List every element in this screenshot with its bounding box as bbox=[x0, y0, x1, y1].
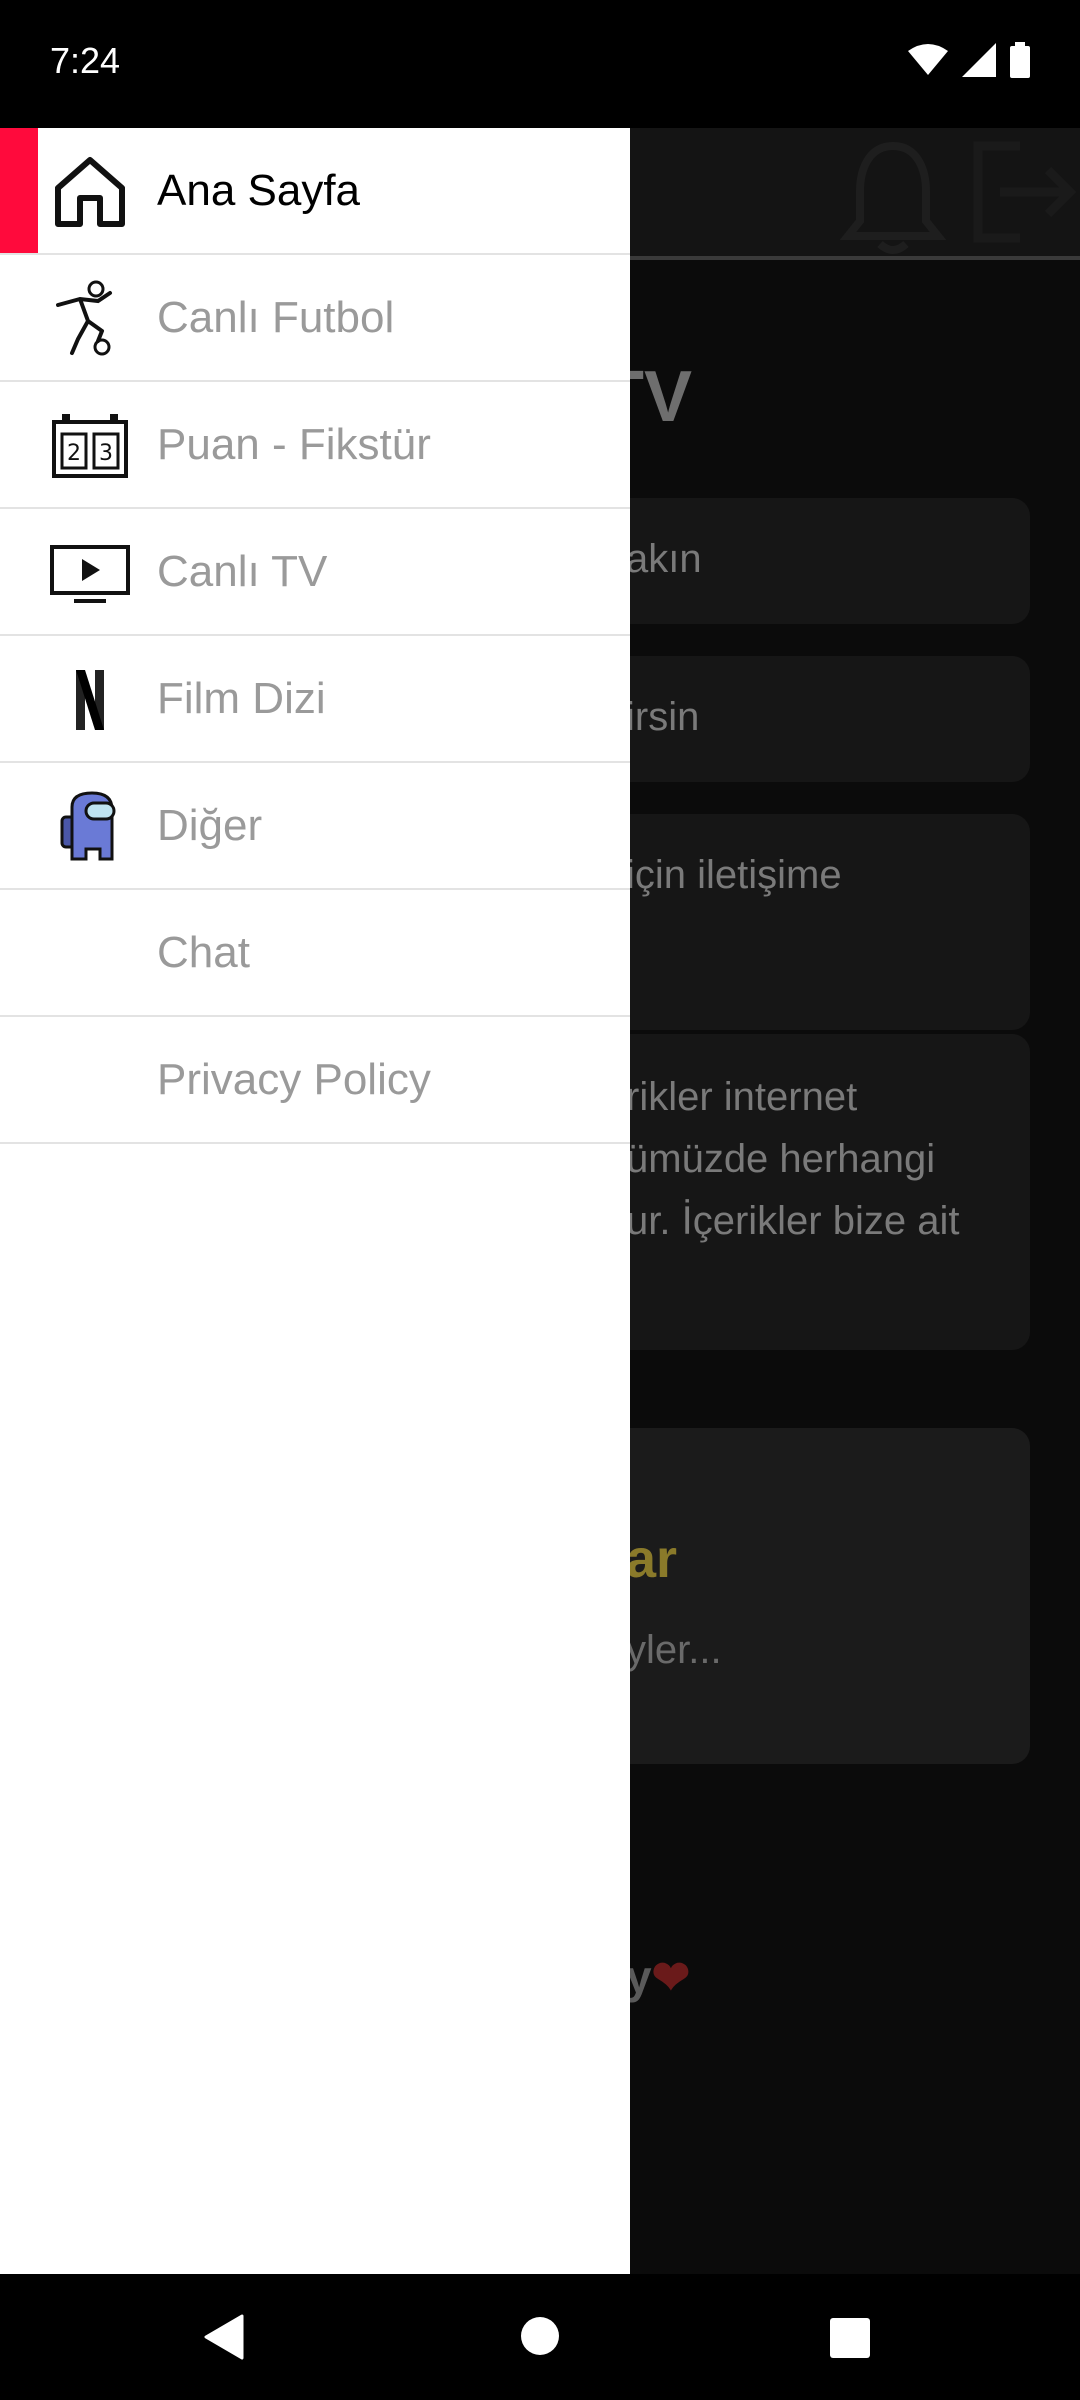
wifi-icon bbox=[908, 44, 948, 75]
cell-signal-icon bbox=[962, 43, 996, 77]
recent-apps-icon[interactable] bbox=[830, 2318, 870, 2358]
drawer-item-label: Canlı Futbol bbox=[157, 293, 395, 342]
info-card-text: için iletişime bbox=[626, 853, 842, 897]
svg-text:3: 3 bbox=[99, 441, 113, 466]
among-us-icon bbox=[50, 787, 130, 867]
info-card-line: rikler internet bbox=[626, 1075, 858, 1119]
info-card-1: akın bbox=[560, 498, 1030, 624]
battery-icon bbox=[1010, 42, 1030, 78]
home-icon bbox=[50, 152, 130, 232]
netflix-icon bbox=[50, 660, 130, 740]
drawer-item-label: Chat bbox=[157, 928, 250, 977]
drawer-item-puan-fikstur[interactable]: 2 3 Puan - Fikstür bbox=[0, 382, 630, 509]
drawer-item-label: Canlı TV bbox=[157, 547, 328, 596]
featured-title: ar bbox=[626, 1529, 678, 1589]
drawer-item-privacy-policy[interactable]: Privacy Policy bbox=[0, 1017, 630, 1144]
drawer-item-label: Film Dizi bbox=[157, 674, 326, 723]
drawer-item-label: Ana Sayfa bbox=[157, 166, 361, 215]
system-nav-bar bbox=[0, 2274, 1080, 2400]
featured-subtitle: yler... bbox=[626, 1628, 722, 1672]
drawer-item-ana-sayfa[interactable]: Ana Sayfa bbox=[0, 128, 630, 255]
info-card-line: ümüzde herhangi bbox=[626, 1137, 936, 1181]
svg-text:2: 2 bbox=[67, 441, 81, 466]
info-card-2: irsin bbox=[560, 656, 1030, 782]
drawer-item-canli-futbol[interactable]: Canlı Futbol bbox=[0, 255, 630, 382]
info-card-3: için iletişime bbox=[560, 814, 1030, 1030]
bell-icon bbox=[839, 141, 947, 254]
drawer-item-label: Puan - Fikstür bbox=[157, 420, 431, 469]
tv-icon bbox=[50, 533, 130, 613]
status-time: 7:24 bbox=[50, 40, 121, 81]
football-player-icon bbox=[50, 279, 130, 359]
home-nav-icon[interactable] bbox=[520, 2316, 560, 2356]
drawer-item-canli-tv[interactable]: Canlı TV bbox=[0, 509, 630, 636]
logout-icon bbox=[973, 141, 1077, 243]
featured-card bbox=[560, 1428, 1030, 1764]
drawer-item-film-dizi[interactable]: Film Dizi bbox=[0, 636, 630, 763]
scoreboard-icon: 2 3 bbox=[50, 406, 130, 486]
drawer-item-diger[interactable]: Diğer bbox=[0, 763, 630, 890]
active-indicator bbox=[0, 128, 38, 253]
status-bar: 7:24 bbox=[0, 0, 1080, 128]
info-card-4: rikler internet ümüzde herhangi ur. İçer… bbox=[560, 1034, 1030, 1350]
drawer-item-label: Privacy Policy bbox=[157, 1055, 431, 1104]
back-icon[interactable] bbox=[202, 2314, 246, 2360]
heart-icon: ❤ bbox=[651, 1951, 691, 2003]
drawer-item-chat[interactable]: Chat bbox=[0, 890, 630, 1017]
status-icons bbox=[908, 42, 1030, 78]
drawer-item-label: Diğer bbox=[157, 801, 263, 850]
info-card-line: ur. İçerikler bize ait bbox=[626, 1199, 960, 1243]
info-card-text: irsin bbox=[626, 695, 700, 739]
info-card-text: akın bbox=[626, 537, 702, 581]
footer-text: y❤ bbox=[626, 1950, 690, 2004]
navigation-drawer: Ana Sayfa Canlı Futbol 2 3 Puan - Fikstü… bbox=[0, 128, 630, 2274]
